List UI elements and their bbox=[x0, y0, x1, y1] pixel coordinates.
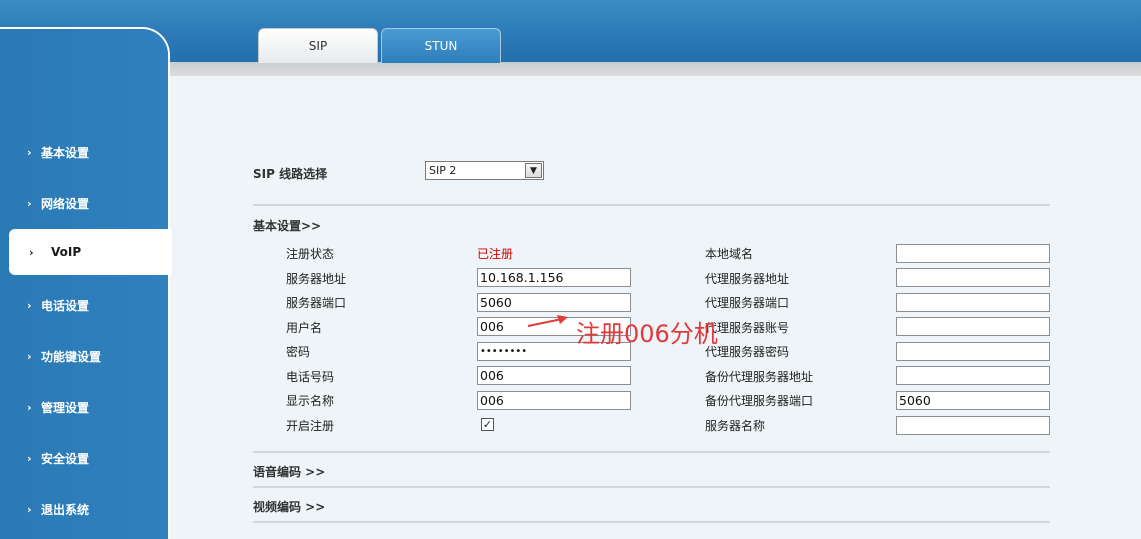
header-bar bbox=[0, 0, 1141, 62]
sidebar-item-label: 安全设置 bbox=[41, 451, 90, 466]
server-name-input[interactable] bbox=[896, 416, 1050, 435]
label-password: 密码 bbox=[286, 345, 311, 359]
section-title-audio-codec[interactable]: 语音编码 >> bbox=[253, 463, 325, 480]
label-server-address: 服务器地址 bbox=[286, 272, 347, 286]
chevron-right-icon: › bbox=[29, 245, 34, 259]
chevron-right-icon: › bbox=[27, 451, 32, 465]
label-phone-number: 电话号码 bbox=[286, 370, 335, 384]
line-select[interactable]: SIP 2 ▼ bbox=[425, 161, 544, 180]
proxy-account-input[interactable] bbox=[896, 317, 1050, 336]
chevron-right-icon: › bbox=[27, 502, 32, 516]
label-backup-proxy-address: 备份代理服务器地址 bbox=[705, 370, 814, 384]
local-domain-input[interactable] bbox=[896, 244, 1050, 263]
phone-number-input[interactable]: 006 bbox=[477, 366, 631, 385]
sidebar-item-basic-settings[interactable]: › 基本设置 bbox=[0, 130, 170, 174]
sidebar-item-voip[interactable]: › VoIP bbox=[9, 229, 172, 275]
tab-sip[interactable]: SIP bbox=[258, 28, 378, 63]
enable-registration-checkbox[interactable]: ✓ bbox=[481, 418, 494, 431]
divider bbox=[253, 204, 1050, 206]
sidebar-item-label: VoIP bbox=[51, 245, 82, 259]
sidebar-item-network-settings[interactable]: › 网络设置 bbox=[0, 181, 170, 225]
proxy-port-input[interactable] bbox=[896, 293, 1050, 312]
sidebar-item-phone-settings[interactable]: › 电话设置 bbox=[0, 283, 170, 327]
label-server-name: 服务器名称 bbox=[705, 419, 766, 433]
line-select-value: SIP 2 bbox=[429, 164, 457, 177]
label-username: 用户名 bbox=[286, 321, 323, 335]
label-reg-status: 注册状态 bbox=[286, 247, 335, 261]
line-select-label: SIP 线路选择 bbox=[253, 167, 328, 181]
reg-status-value: 已注册 bbox=[477, 247, 514, 261]
divider bbox=[253, 521, 1050, 523]
chevron-right-icon: › bbox=[27, 196, 32, 210]
section-title-video-codec[interactable]: 视频编码 >> bbox=[253, 498, 325, 515]
chevron-right-icon: › bbox=[27, 145, 32, 159]
server-address-input[interactable]: 10.168.1.156 bbox=[477, 268, 631, 287]
display-name-input[interactable]: 006 bbox=[477, 391, 631, 410]
sidebar-item-label: 网络设置 bbox=[41, 196, 90, 211]
annotation-arrow-icon bbox=[527, 315, 568, 327]
proxy-password-input[interactable] bbox=[896, 342, 1050, 361]
sidebar-item-function-keys[interactable]: › 功能键设置 bbox=[0, 334, 170, 378]
sidebar-item-label: 退出系统 bbox=[41, 502, 90, 517]
sidebar-item-label: 功能键设置 bbox=[41, 349, 102, 364]
divider bbox=[253, 451, 1050, 453]
backup-proxy-port-input[interactable]: 5060 bbox=[896, 391, 1050, 410]
main-content: SIP 线路选择 SIP 2 ▼ 基本设置>> 注册状态 服务器地址 服务器端口… bbox=[172, 76, 1141, 539]
chevron-down-icon[interactable]: ▼ bbox=[525, 163, 542, 178]
divider bbox=[253, 486, 1050, 488]
label-proxy-address: 代理服务器地址 bbox=[705, 272, 790, 286]
sidebar-item-security[interactable]: › 安全设置 bbox=[0, 436, 170, 480]
label-enable-registration: 开启注册 bbox=[286, 419, 335, 433]
chevron-right-icon: › bbox=[27, 349, 32, 363]
chevron-right-icon: › bbox=[27, 298, 32, 312]
sidebar-item-management[interactable]: › 管理设置 bbox=[0, 385, 170, 429]
label-backup-proxy-port: 备份代理服务器端口 bbox=[705, 394, 814, 408]
sidebar-item-label: 基本设置 bbox=[41, 145, 90, 160]
label-proxy-port: 代理服务器端口 bbox=[705, 296, 790, 310]
chevron-right-icon: › bbox=[27, 400, 32, 414]
label-local-domain: 本地域名 bbox=[705, 247, 754, 261]
header-underline bbox=[170, 62, 1141, 76]
server-port-input[interactable]: 5060 bbox=[477, 293, 631, 312]
backup-proxy-address-input[interactable] bbox=[896, 366, 1050, 385]
label-display-name: 显示名称 bbox=[286, 394, 335, 408]
section-title-basic[interactable]: 基本设置>> bbox=[253, 217, 321, 234]
tab-stun[interactable]: STUN bbox=[381, 28, 501, 63]
sidebar-item-label: 管理设置 bbox=[41, 400, 90, 415]
sidebar-item-logout[interactable]: › 退出系统 bbox=[0, 487, 170, 531]
label-server-port: 服务器端口 bbox=[286, 296, 347, 310]
sidebar-item-label: 电话设置 bbox=[41, 298, 90, 313]
annotation-text: 注册006分机 bbox=[576, 320, 718, 348]
proxy-address-input[interactable] bbox=[896, 268, 1050, 287]
